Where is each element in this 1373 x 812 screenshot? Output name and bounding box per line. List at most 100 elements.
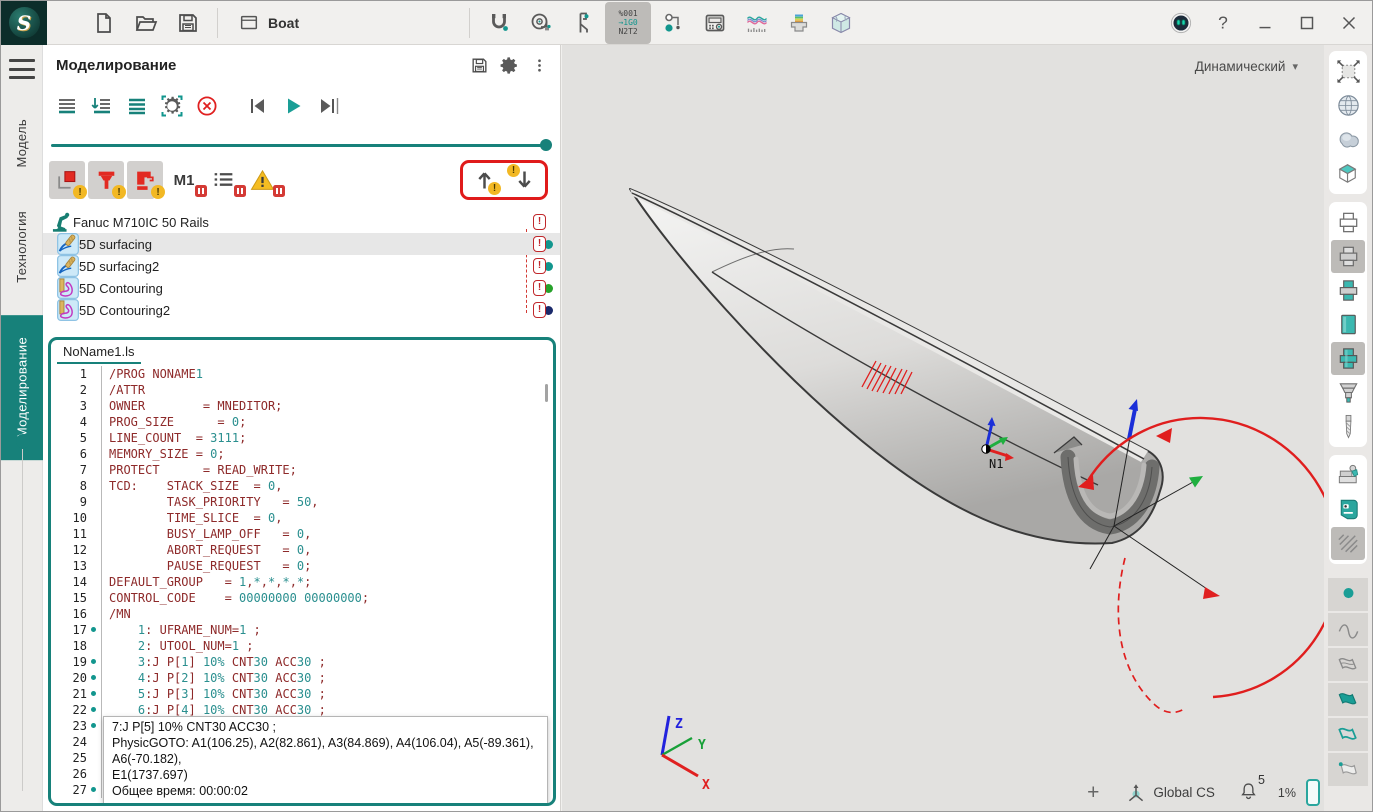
coordinate-system-selector[interactable]: Global CS [1125, 782, 1215, 804]
app-logo[interactable]: S [1, 1, 47, 45]
code-line-4[interactable]: 4PROG_SIZE = 0; [51, 414, 553, 430]
error-badge[interactable]: ! [533, 280, 546, 296]
code-line-12[interactable]: 12 ABORT_REQUEST = 0, [51, 542, 553, 558]
code-line-15[interactable]: 15CONTROL_CODE = 00000000 00000000; [51, 590, 553, 606]
open-file-button[interactable] [126, 4, 166, 42]
globe-button[interactable] [1331, 89, 1365, 122]
editor-scrollbar[interactable] [545, 384, 548, 402]
code-line-18[interactable]: 18 2: UTOOL_NUM=1 ; [51, 638, 553, 654]
tree-item-5d-surfacing[interactable]: 5D surfacing! [43, 233, 560, 255]
sim-mode-step-button[interactable] [86, 91, 118, 121]
error-badge[interactable]: ! [533, 236, 546, 252]
code-line-11[interactable]: 11 BUSY_LAMP_OFF = 0, [51, 526, 553, 542]
close-button[interactable] [1328, 3, 1370, 43]
code-line-5[interactable]: 5LINE_COUNT = 3111; [51, 430, 553, 446]
code-line-8[interactable]: 8TCD: STACK_SIZE = 0, [51, 478, 553, 494]
code-line-16[interactable]: 16/MN [51, 606, 553, 622]
slider-knob[interactable] [540, 139, 552, 151]
next-error-button[interactable]: ! [511, 166, 537, 194]
flag-dot-button[interactable] [1328, 753, 1368, 786]
minimize-button[interactable] [1244, 3, 1286, 43]
sim-stop-button[interactable] [191, 91, 223, 121]
kebab-button[interactable] [524, 50, 554, 80]
interp-list-indicator[interactable] [205, 161, 241, 199]
code-line-3[interactable]: 3OWNER = MNEDITOR; [51, 398, 553, 414]
tree-item-5d-contouring2[interactable]: 5D Contouring2! [43, 299, 560, 321]
workpiece-teal-top-button[interactable] [1331, 274, 1365, 307]
workpiece-gray-button[interactable] [1331, 240, 1365, 273]
tool-holder-button[interactable] [1331, 376, 1365, 409]
fit-view-button[interactable] [1331, 55, 1365, 88]
add-cs-button[interactable]: + [1087, 781, 1099, 805]
scene-canvas[interactable]: N1 Z Y [562, 45, 1326, 811]
sidebar-tab-модель[interactable]: Модель [14, 105, 29, 181]
view-mode-dropdown[interactable]: Динамический ▾ [1195, 59, 1298, 74]
drill-bit-button[interactable] [1331, 410, 1365, 443]
timeline-handle[interactable] [16, 434, 30, 448]
editor-file-tab[interactable]: NoName1.ls [57, 342, 141, 364]
main-menu-button[interactable] [9, 59, 35, 79]
document-tab-boat[interactable]: Boat [226, 1, 311, 45]
magnet-button[interactable] [479, 4, 519, 42]
code-line-17[interactable]: 17 1: UFRAME_NUM=1 ; [51, 622, 553, 638]
boat-model[interactable] [630, 189, 1163, 544]
code-line-1[interactable]: 1/PROG NONAME1 [51, 366, 553, 382]
code-line-10[interactable]: 10 TIME_SLICE = 0, [51, 510, 553, 526]
control-pendant-button[interactable] [695, 4, 735, 42]
error-badge[interactable]: ! [533, 302, 546, 318]
flag-outline-button[interactable] [1328, 648, 1368, 681]
workpiece-teal-button[interactable] [1331, 342, 1365, 375]
material-cube-button[interactable] [821, 4, 861, 42]
sidebar-tab-технология[interactable]: Технология [14, 197, 29, 297]
save-file-button[interactable] [464, 50, 494, 80]
flag-teal-button[interactable] [1328, 683, 1368, 716]
gear-button[interactable] [494, 50, 524, 80]
sim-machining-button[interactable] [156, 91, 188, 121]
simulation-progress-slider[interactable] [51, 139, 552, 151]
warning-triangle-indicator[interactable] [244, 161, 280, 199]
sim-mode-lines-button[interactable] [51, 91, 83, 121]
code-line-2[interactable]: 2/ATTR [51, 382, 553, 398]
workpiece-outline-button[interactable] [1331, 206, 1365, 239]
code-line-19[interactable]: 19 3:J P[1] 10% CNT30 ACC30 ; [51, 654, 553, 670]
machine-button[interactable] [1331, 459, 1365, 492]
flag-gradient-button[interactable] [1328, 718, 1368, 751]
tree-item-5d-surfacing2[interactable]: 5D surfacing2! [43, 255, 560, 277]
wire-cube-button[interactable] [1331, 157, 1365, 190]
tree-item-fanuc-m710ic-50-rails[interactable]: Fanuc M710IC 50 Rails! [43, 211, 560, 233]
code-line-13[interactable]: 13 PAUSE_REQUEST = 0; [51, 558, 553, 574]
caliper-button[interactable] [563, 4, 603, 42]
hatch-button[interactable] [1331, 527, 1365, 560]
layered-part-button[interactable] [779, 4, 819, 42]
save-file-button[interactable] [168, 4, 208, 42]
collision-machine-indicator[interactable]: ! [127, 161, 163, 199]
machine-m1-indicator[interactable]: M1 [166, 161, 202, 199]
path-nodes-button[interactable] [653, 4, 693, 42]
code-line-20[interactable]: 20 4:J P[2] 10% CNT30 ACC30 ; [51, 670, 553, 686]
tape-measure-button[interactable] [521, 4, 561, 42]
signal-chart-button[interactable] [737, 4, 777, 42]
slider-track[interactable] [51, 144, 546, 147]
teal-dot-button[interactable] [1328, 578, 1368, 611]
sim-mode-full-button[interactable] [121, 91, 153, 121]
help-button[interactable]: ? [1202, 3, 1244, 43]
new-file-button[interactable] [84, 4, 124, 42]
code-line-7[interactable]: 7PROTECT = READ_WRITE; [51, 462, 553, 478]
prev-error-button[interactable]: ! [471, 166, 497, 194]
notifications-button[interactable]: 5 [1239, 781, 1258, 805]
play-button[interactable] [277, 91, 309, 121]
code-line-21[interactable]: 21 5:J P[3] 10% CNT30 ACC30 ; [51, 686, 553, 702]
viewport-3d[interactable]: Динамический ▾ [562, 45, 1326, 811]
code-line-14[interactable]: 14DEFAULT_GROUP = 1,*,*,*,*; [51, 574, 553, 590]
gcode-block-button[interactable]: %001→1G0N2T2 [605, 2, 651, 44]
error-badge[interactable]: ! [533, 214, 546, 230]
skip-start-button[interactable] [242, 91, 274, 121]
workpiece-cylinder-button[interactable] [1331, 308, 1365, 341]
skip-end-button[interactable] [312, 91, 344, 121]
tree-item-5d-contouring[interactable]: 5D Contouring! [43, 277, 560, 299]
error-badge[interactable]: ! [533, 258, 546, 274]
code-line-9[interactable]: 9 TASK_PRIORITY = 50, [51, 494, 553, 510]
robot-assistant-button[interactable] [1160, 3, 1202, 43]
code-line-6[interactable]: 6MEMORY_SIZE = 0; [51, 446, 553, 462]
collision-part-indicator[interactable]: ! [49, 161, 85, 199]
